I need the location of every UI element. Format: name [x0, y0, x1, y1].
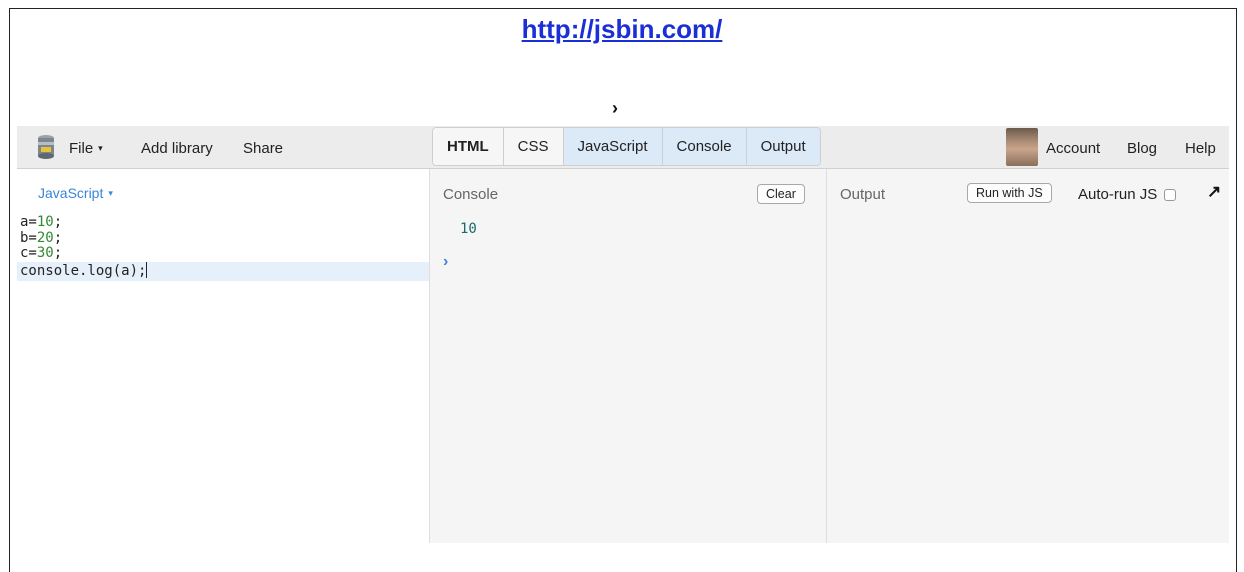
- code-line: c=30;: [20, 245, 63, 261]
- tab-console[interactable]: Console: [662, 128, 747, 165]
- code-line: a=10;: [20, 214, 63, 230]
- file-menu[interactable]: File ▾: [69, 140, 103, 157]
- text-cursor: [146, 261, 148, 278]
- console-output-value: 10: [460, 221, 477, 237]
- console-title: Console: [443, 186, 499, 203]
- editor-panels: JavaScript ▾ a=10; b=20; c=30; console.lo…: [17, 169, 1229, 543]
- share-button[interactable]: Share: [243, 140, 283, 157]
- tab-css[interactable]: CSS: [503, 128, 564, 165]
- chevron-right-icon: ›: [612, 98, 618, 118]
- autorun-label: Auto-run JS: [1078, 186, 1158, 203]
- jsbin-toolbar: File ▾ Add library Share HTML CSS JavaScr…: [17, 126, 1229, 169]
- language-label: JavaScript: [38, 185, 104, 201]
- tab-html[interactable]: HTML: [433, 128, 504, 165]
- file-menu-label: File: [69, 140, 94, 157]
- blog-link[interactable]: Blog: [1127, 140, 1157, 157]
- tab-output[interactable]: Output: [746, 128, 820, 165]
- add-library-button[interactable]: Add library: [141, 140, 213, 157]
- autorun-checkbox[interactable]: [1164, 188, 1177, 201]
- output-title: Output: [840, 186, 886, 203]
- console-prompt-icon[interactable]: ›: [443, 253, 448, 271]
- autorun-toggle[interactable]: Auto-run JS: [1078, 186, 1177, 203]
- tab-javascript[interactable]: JavaScript: [563, 128, 663, 165]
- run-with-js-button[interactable]: Run with JS: [967, 183, 1052, 203]
- language-selector[interactable]: JavaScript ▾: [38, 185, 113, 201]
- panel-tabs: HTML CSS JavaScript Console Output: [432, 127, 821, 166]
- chevron-down-icon: ▾: [108, 188, 113, 198]
- code-line: b=20;: [20, 229, 63, 246]
- account-link[interactable]: Account: [1046, 140, 1100, 157]
- console-panel[interactable]: Console Clear 10 ›: [429, 169, 827, 543]
- jsbin-logo-icon[interactable]: [37, 134, 55, 160]
- javascript-panel[interactable]: JavaScript ▾ a=10; b=20; c=30; console.lo…: [17, 169, 429, 543]
- help-link[interactable]: Help: [1185, 140, 1216, 157]
- code-line-current: console.log(a);: [17, 261, 429, 281]
- popout-arrow-icon[interactable]: ↗: [1207, 182, 1221, 202]
- chevron-down-icon: ▾: [98, 143, 103, 153]
- avatar[interactable]: [1006, 128, 1038, 166]
- code-editor[interactable]: a=10; b=20; c=30; console.log(a);: [17, 214, 429, 281]
- jsbin-url-link[interactable]: http://jsbin.com/: [0, 14, 1244, 45]
- output-panel[interactable]: Output Run with JS Auto-run JS ↗: [827, 169, 1229, 543]
- clear-button[interactable]: Clear: [757, 184, 805, 204]
